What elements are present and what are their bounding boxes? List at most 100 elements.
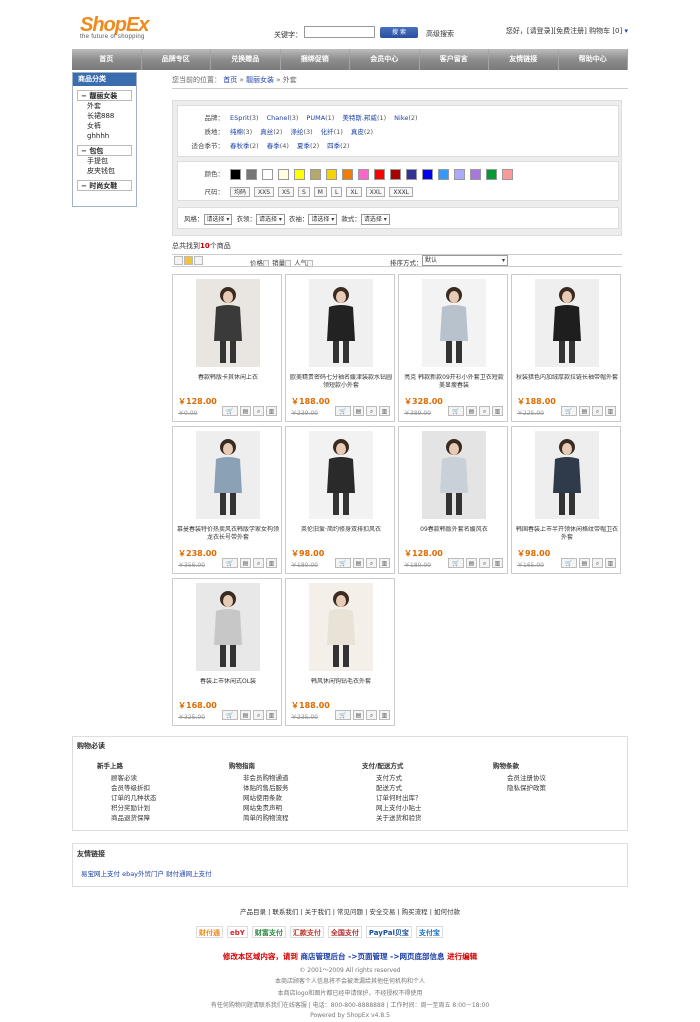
color-swatch[interactable] [310, 168, 321, 180]
magnify-icon[interactable]: ⌕ [479, 558, 490, 568]
color-swatch[interactable] [374, 168, 385, 180]
guide-link[interactable]: 关于送货和验货 [376, 813, 422, 823]
product-title[interactable]: 韩风休闲钩钻毛衣外套 [290, 678, 392, 694]
favorite-icon[interactable]: ▤ [353, 558, 364, 568]
guide-link[interactable]: 顾客必读 [111, 773, 157, 783]
compare-chart-icon[interactable]: ▥ [379, 558, 390, 568]
shopex-logo[interactable]: ShopEx the future of shopping [80, 14, 160, 46]
size-option[interactable]: XXS [254, 187, 275, 197]
nav-item[interactable]: 兑换赠品 [211, 49, 281, 70]
filter-option[interactable]: 真皮(2) [351, 128, 373, 136]
sort-sales-icon[interactable] [285, 259, 292, 267]
sort-sales[interactable]: 销量 [272, 259, 285, 267]
filter-option[interactable]: 真丝(2) [260, 128, 282, 136]
compare-chart-icon[interactable]: ▥ [379, 710, 390, 720]
guide-link[interactable]: 订单何时出库？ [376, 793, 422, 803]
filter-option-name[interactable]: Chanel [267, 114, 290, 122]
search-button[interactable]: 搜 索 [380, 27, 418, 38]
product-image[interactable] [309, 583, 373, 671]
product-image[interactable] [196, 431, 260, 519]
filter-option[interactable]: 化纤(1) [321, 128, 343, 136]
color-swatch[interactable] [278, 168, 289, 180]
size-option[interactable]: S [297, 187, 310, 197]
product-title[interactable]: 英伦旧爱·简约修身双排扣风衣 [290, 526, 392, 542]
sidebar-item[interactable]: 外套 [77, 101, 132, 111]
product-title[interactable]: 春装上市休闲式OL装 [177, 678, 279, 694]
product-title[interactable]: 亮克 韩款新款09开衫小外套卫衣短款美显瘦春装 [403, 374, 505, 390]
filter-option[interactable]: 夏季(2) [297, 142, 319, 150]
product-title[interactable]: 秋装猎色内加绒厚款拉链长袖带帽外套 [516, 374, 618, 390]
payment-badge[interactable]: 财付通 [196, 926, 223, 938]
filter-option[interactable]: ESprit(3) [230, 114, 259, 122]
compare-chart-icon[interactable]: ▥ [492, 558, 503, 568]
chevron-down-icon[interactable]: ▾ [225, 216, 229, 223]
color-swatch[interactable] [294, 168, 305, 180]
color-swatch[interactable] [454, 168, 465, 180]
color-swatch[interactable] [438, 168, 449, 180]
magnify-icon[interactable]: ⌕ [592, 558, 603, 568]
admin-link[interactable]: 商店管理后台 [300, 952, 345, 961]
payment-badge[interactable]: 全国支付 [327, 926, 362, 938]
add-to-cart-icon[interactable]: 🛒 [561, 558, 577, 568]
product-title[interactable]: 慕曼春装特价热卖风衣韩版学家女构领龙衣长号带外套 [177, 526, 279, 542]
sidebar-item[interactable]: ghhhh [77, 131, 132, 141]
magnify-icon[interactable]: ⌕ [253, 710, 264, 720]
size-option[interactable]: XXL [365, 187, 386, 197]
product-image[interactable] [422, 431, 486, 519]
nav-item[interactable]: 友情链接 [489, 49, 559, 70]
sidebar-item[interactable]: 手提包 [77, 156, 132, 166]
filter-option[interactable]: PUMA(1) [306, 114, 334, 122]
product-image[interactable] [196, 583, 260, 671]
product-image[interactable] [309, 431, 373, 519]
filter-option-name[interactable]: 美特斯.邦威 [342, 114, 377, 122]
filter-option-name[interactable]: Nike [394, 114, 408, 122]
filter-option[interactable]: 春秋季(2) [230, 142, 259, 150]
product-image[interactable] [309, 279, 373, 367]
chevron-down-icon[interactable]: ▾ [382, 216, 387, 223]
chevron-down-icon[interactable]: ▾ [277, 216, 282, 223]
compare-chart-icon[interactable]: ▥ [266, 558, 277, 568]
guide-link[interactable]: 商品退货保障 [111, 813, 157, 823]
color-swatch[interactable] [326, 168, 337, 180]
color-swatch[interactable] [470, 168, 481, 180]
guide-link[interactable]: 支付方式 [376, 773, 422, 783]
add-to-cart-icon[interactable]: 🛒 [335, 406, 351, 416]
product-card[interactable]: 春装上市休闲式OL装 ￥168.00 ￥325.00 🛒 ▤ ⌕ ▥ [172, 578, 282, 726]
magnify-icon[interactable]: ⌕ [253, 558, 264, 568]
guide-link[interactable]: 配送方式 [376, 783, 422, 793]
payment-badge[interactable]: PayPal贝宝 [365, 926, 412, 938]
guide-link[interactable]: 积分奖励计划 [111, 803, 157, 813]
sidebar-item[interactable]: 女裤 [77, 121, 132, 131]
login-link[interactable]: [请登录] [527, 27, 553, 35]
compare-chart-icon[interactable]: ▥ [605, 406, 616, 416]
nav-item[interactable]: 会员中心 [350, 49, 420, 70]
guide-link[interactable]: 体贴的售后服务 [243, 783, 289, 793]
filter-option-name[interactable]: PUMA [306, 114, 325, 122]
grid-view-icon[interactable] [184, 256, 193, 265]
color-swatch[interactable] [422, 168, 433, 180]
attribute-select[interactable]: 请选择 ▾ [360, 214, 390, 225]
sidebar-group-header[interactable]: − 靓丽女装 [77, 90, 132, 101]
magnify-icon[interactable]: ⌕ [592, 406, 603, 416]
add-to-cart-icon[interactable]: 🛒 [335, 710, 351, 720]
sort-popularity-icon[interactable] [307, 259, 314, 267]
footer-links[interactable]: 产品目录 | 联系我们 | 关于我们 | 常见问题 | 安全交易 | 购买流程 … [0, 906, 700, 916]
size-option[interactable]: 均码 [230, 187, 251, 197]
sort-price[interactable]: 价格 [250, 259, 263, 267]
sidebar-group-header[interactable]: − 时尚女鞋 [77, 180, 132, 191]
sort-select[interactable]: 默认 ▾ [422, 255, 508, 266]
color-swatch[interactable] [502, 168, 513, 180]
filter-option-name[interactable]: 纯棉 [230, 128, 243, 136]
product-image[interactable] [196, 279, 260, 367]
magnify-icon[interactable]: ⌕ [366, 406, 377, 416]
magnify-icon[interactable]: ⌕ [366, 558, 377, 568]
attribute-select[interactable]: 请选择 ▾ [203, 214, 233, 225]
compare-chart-icon[interactable]: ▥ [266, 710, 277, 720]
color-swatch[interactable] [406, 168, 417, 180]
color-swatch[interactable] [230, 168, 241, 180]
nav-item[interactable]: 品牌专区 [142, 49, 211, 70]
guide-link[interactable]: 会员等级折扣 [111, 783, 157, 793]
guide-link[interactable]: 网上支付小贴士 [376, 803, 422, 813]
attribute-select[interactable]: 请选择 ▾ [255, 214, 285, 225]
filter-option[interactable]: Chanel(3) [267, 114, 299, 122]
